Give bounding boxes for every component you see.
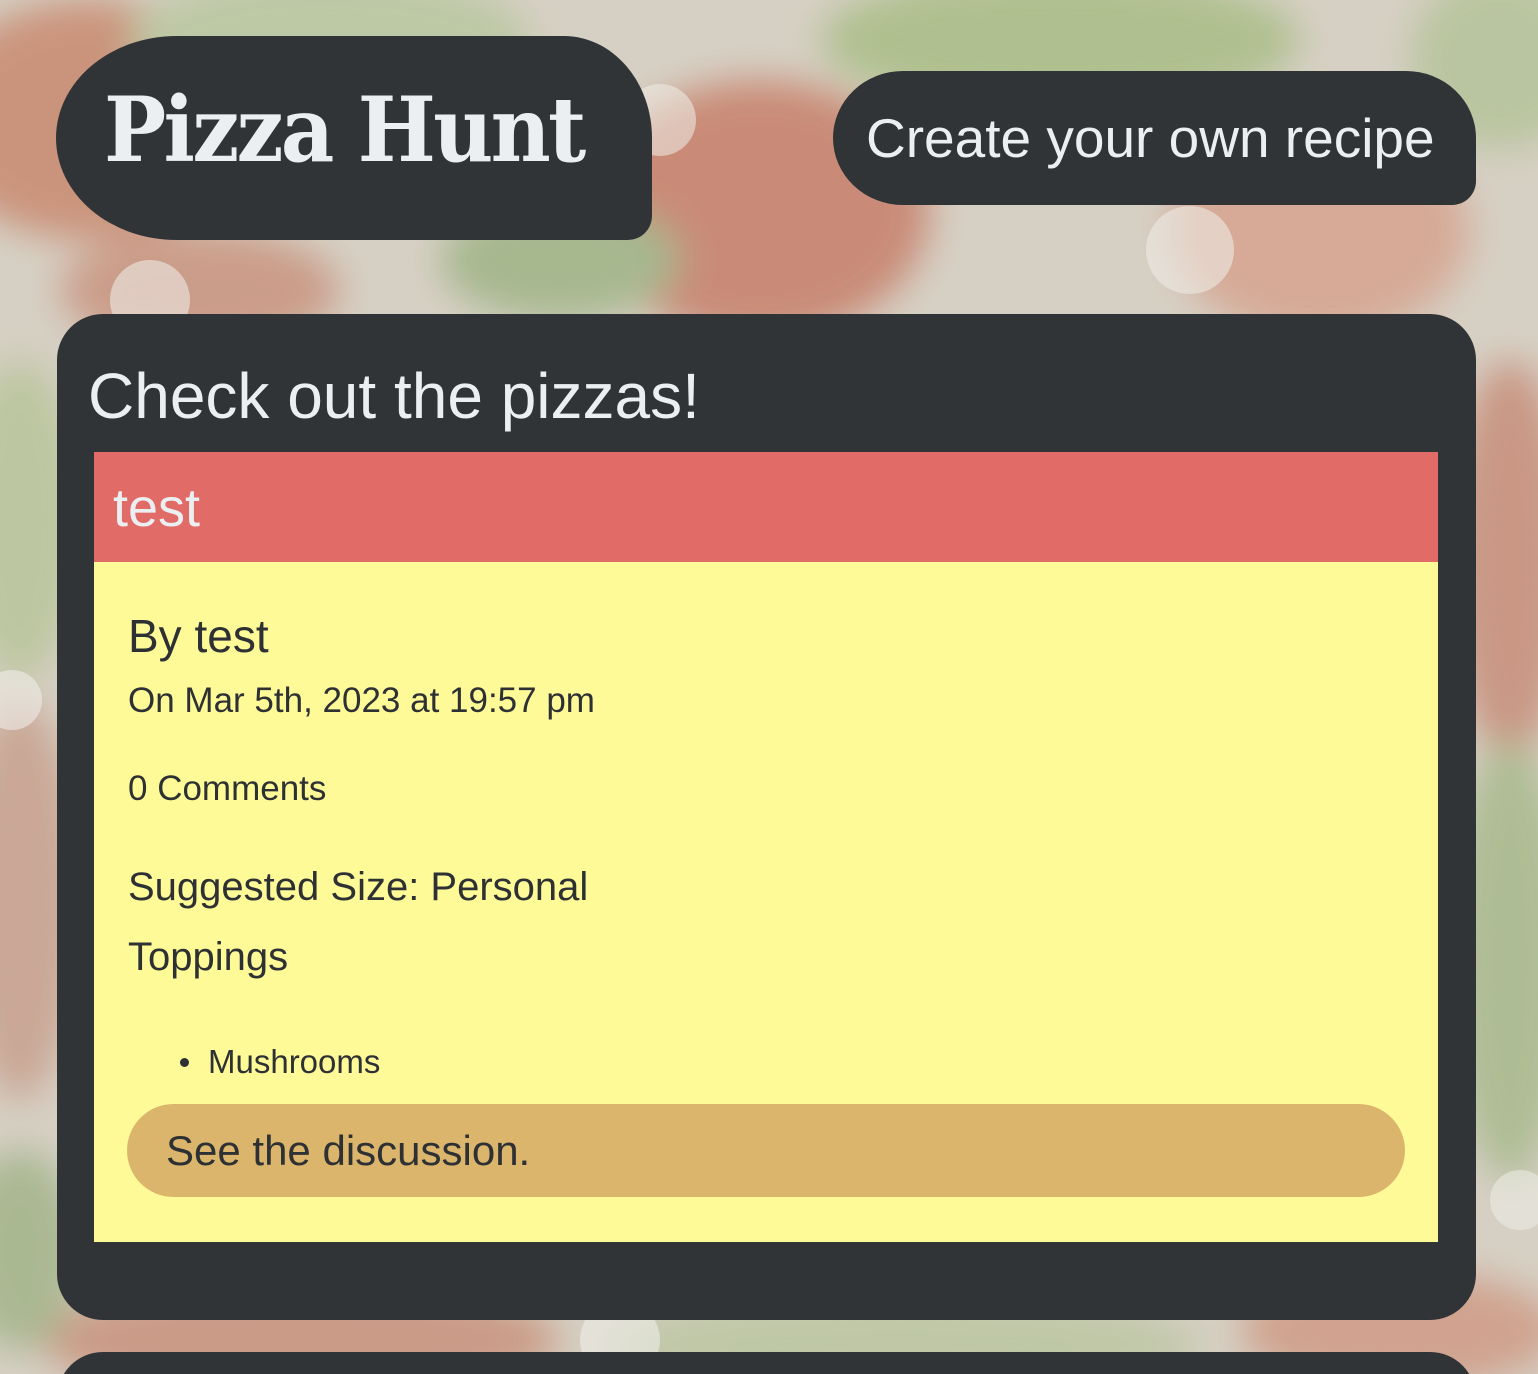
suggested-size: Suggested Size: Personal	[128, 865, 589, 909]
site-logo[interactable]: Pizza Hunt	[56, 36, 652, 240]
bullet-icon	[180, 1058, 189, 1067]
pizza-list-panel: Check out the pizzas! test By test On Ma…	[57, 314, 1476, 1320]
pizza-card-header: test	[94, 452, 1438, 562]
create-recipe-button[interactable]: Create your own recipe	[833, 71, 1476, 205]
logo-text: Pizza Hunt	[104, 77, 586, 183]
topping-item: Mushrooms	[174, 1042, 380, 1082]
toppings-heading: Toppings	[128, 935, 289, 979]
page-title: Check out the pizzas!	[88, 360, 700, 432]
pizza-name: test	[113, 478, 201, 538]
pizza-date: On Mar 5th, 2023 at 19:57 pm	[128, 681, 595, 720]
next-pizza-panel	[57, 1352, 1476, 1374]
pizza-author: By test	[128, 610, 269, 662]
toppings-list: Mushrooms	[174, 1042, 380, 1082]
topping-label: Mushrooms	[208, 1043, 381, 1080]
comment-count: 0 Comments	[128, 769, 327, 808]
pizza-card: test By test On Mar 5th, 2023 at 19:57 p…	[94, 452, 1438, 1242]
see-discussion-button[interactable]: See the discussion.	[127, 1104, 1405, 1197]
